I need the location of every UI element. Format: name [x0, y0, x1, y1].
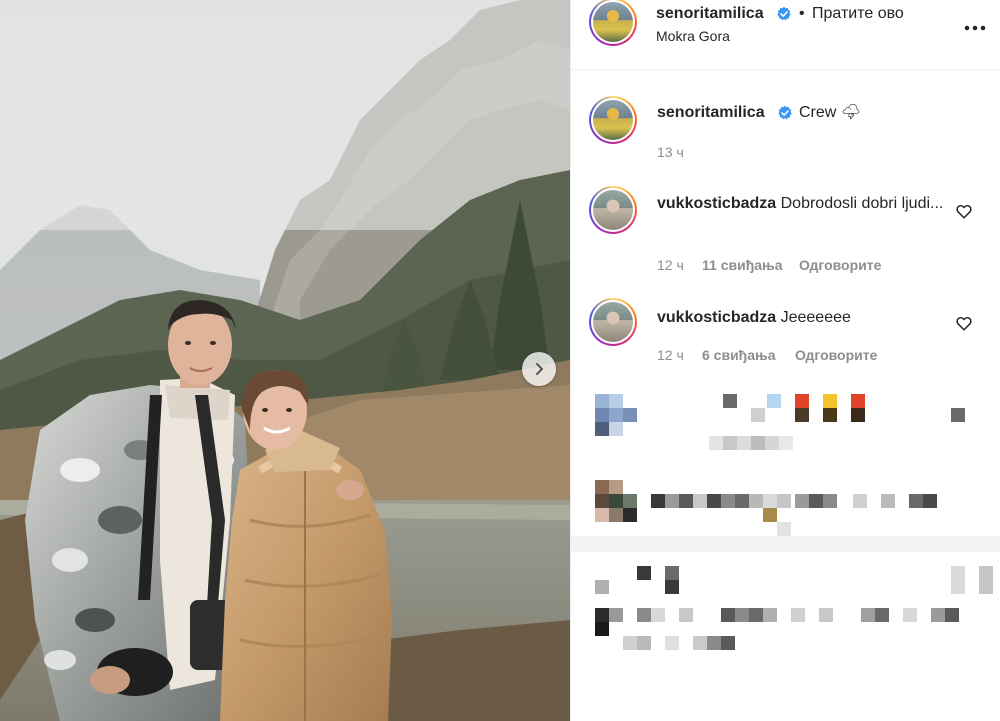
post-header: senoritamilica • Пратите ово Mokra Gora: [571, 0, 1000, 70]
comment-likes[interactable]: 11 свиђања: [702, 257, 783, 273]
comment-text: Jeeeeeee: [780, 309, 851, 326]
more-options-icon: [964, 25, 986, 31]
verified-badge-icon: [777, 6, 791, 21]
comment-text: Dobrodosli dobri ljudi...: [780, 195, 944, 212]
heart-icon[interactable]: [955, 202, 973, 220]
caption-avatar[interactable]: [589, 96, 637, 144]
follow-button[interactable]: Пратите ово: [812, 5, 904, 23]
post-author-username[interactable]: senoritamilica: [656, 5, 764, 23]
caption-text: Crew 🌩: [799, 104, 862, 121]
post-location[interactable]: Mokra Gora: [656, 28, 730, 44]
section-divider: [571, 536, 1000, 552]
comment-username[interactable]: vukkosticbadza: [657, 195, 776, 212]
comment-time[interactable]: 12 ч: [657, 347, 684, 363]
more-options-button[interactable]: [963, 16, 987, 40]
comment-reply-button[interactable]: Одговорите: [795, 347, 877, 363]
follow-separator: •: [799, 5, 805, 22]
caption-time[interactable]: 13 ч: [657, 144, 684, 160]
comment-username[interactable]: vukkosticbadza: [657, 309, 776, 326]
comment-avatar[interactable]: [589, 298, 637, 346]
comment-body: vukkosticbadza Dobrodosli dobri ljudi...: [657, 192, 947, 216]
comment-avatar[interactable]: [589, 186, 637, 234]
caption-username[interactable]: senoritamilica: [657, 104, 765, 122]
post-photo[interactable]: [0, 0, 570, 721]
comment-time[interactable]: 12 ч: [657, 257, 684, 273]
heart-icon[interactable]: [955, 314, 973, 332]
carousel-next-button[interactable]: [522, 352, 556, 386]
comment-body: vukkosticbadza Jeeeeeee: [657, 306, 947, 330]
comments-panel: senoritamilica • Пратите ово Mokra Gora …: [570, 0, 1000, 721]
chevron-right-icon: [536, 363, 543, 375]
comment-reply-button[interactable]: Одговорите: [799, 257, 881, 273]
verified-badge-icon: [778, 105, 792, 120]
comment-likes[interactable]: 6 свиђања: [702, 347, 776, 363]
post-photo-image: [0, 0, 570, 721]
avatar[interactable]: [589, 0, 637, 46]
